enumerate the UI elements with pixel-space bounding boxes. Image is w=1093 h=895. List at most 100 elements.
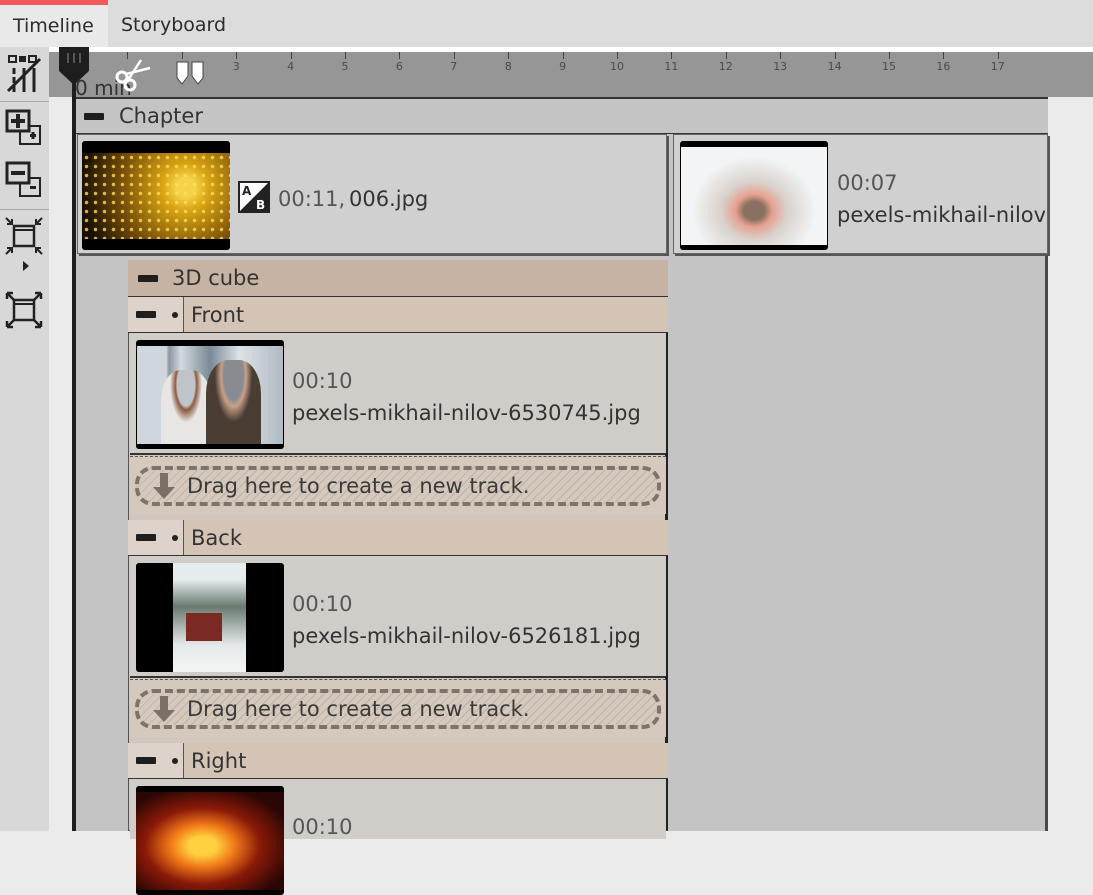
track-header-back[interactable]: Back xyxy=(128,520,668,556)
track-name: Front xyxy=(191,302,245,327)
clip-006[interactable]: A B 00:11, 006.jpg xyxy=(77,134,667,254)
ruler-tick xyxy=(290,52,292,59)
playhead-handle[interactable] xyxy=(57,47,91,87)
cube-title: 3D cube xyxy=(172,266,260,290)
collapse-icon[interactable] xyxy=(84,112,104,120)
track-dot-icon xyxy=(172,757,178,764)
track-name: Back xyxy=(191,525,242,550)
drop-target[interactable]: Drag here to create a new track. xyxy=(135,689,661,729)
ruler-tick xyxy=(617,52,618,59)
chapter-title: Chapter xyxy=(119,104,203,128)
collapse-icon[interactable] xyxy=(136,311,156,318)
track-header-right[interactable]: Right xyxy=(128,743,668,779)
ruler-tick-label: 13 xyxy=(773,60,788,73)
chapter-header[interactable]: Chapter xyxy=(76,97,1048,134)
new-track-drop-zone[interactable]: Drag here to create a new track. xyxy=(130,456,666,514)
playhead-icon xyxy=(59,47,89,85)
collapse-all-button[interactable] xyxy=(2,157,46,203)
ruler-tick-label: 5 xyxy=(341,60,349,73)
clip-filename: pexels-mikhail-nilov-6526181.jpg xyxy=(292,624,641,648)
clip-front[interactable]: 00:10 pexels-mikhail-nilov-6530745.jpg xyxy=(130,333,666,455)
track-controls xyxy=(128,520,184,555)
clip-duration: 00:10 xyxy=(292,592,353,616)
ruler-tick xyxy=(453,52,455,59)
track-name: Right xyxy=(191,748,247,773)
drop-target[interactable]: Drag here to create a new track. xyxy=(135,466,661,506)
ruler-tick-label: 10 xyxy=(610,60,624,73)
ruler-tick xyxy=(345,52,346,59)
track-dot-icon xyxy=(172,311,178,318)
arrow-down-icon xyxy=(153,696,175,722)
arrow-down-icon xyxy=(153,473,175,499)
thumbnail-snow-angel xyxy=(680,141,828,250)
ruler-tick-label: 15 xyxy=(882,60,896,73)
ruler-tick-label: 17 xyxy=(990,60,1005,73)
drop-zone-label: Drag here to create a new track. xyxy=(187,697,530,721)
ruler-tick-label: 3 xyxy=(232,60,240,73)
ruler-tick xyxy=(399,52,401,59)
magnetic-snap-button[interactable] xyxy=(2,51,46,97)
ruler-tick xyxy=(562,52,564,59)
clip-filename: pexels-mikhail-nilov xyxy=(837,203,1045,227)
clip-duration: 00:10 xyxy=(292,815,353,839)
ruler-tick xyxy=(780,52,782,59)
clip-duration: 00:07 xyxy=(837,171,898,195)
time-ruler[interactable]: 0 min 3 4 5 6 7 8 9 10 11 12 13 14 15 16 17 xyxy=(49,52,1093,100)
drop-zone-label: Drag here to create a new track. xyxy=(187,474,530,498)
view-tabs: Timeline Storyboard xyxy=(0,0,1093,47)
timeline-toolbar xyxy=(0,47,49,831)
collapse-icon[interactable] xyxy=(136,534,156,541)
ruler-tick xyxy=(671,52,673,59)
zoom-fit-button[interactable] xyxy=(2,215,46,277)
zoom-full-button[interactable] xyxy=(2,287,46,333)
clip-right[interactable]: 00:10 xyxy=(130,779,666,895)
zoom-full-icon xyxy=(5,291,43,329)
scissors-icon xyxy=(115,59,151,92)
collapse-all-icon xyxy=(5,161,41,197)
tab-timeline[interactable]: Timeline xyxy=(0,0,108,47)
marker-button[interactable] xyxy=(176,60,206,88)
track-controls xyxy=(128,743,184,778)
clip-filename: pexels-mikhail-nilov-6530745.jpg xyxy=(292,401,641,425)
new-track-drop-zone[interactable]: Drag here to create a new track. xyxy=(130,679,666,737)
zoom-fit-icon xyxy=(5,217,43,271)
playhead-line[interactable] xyxy=(72,52,76,831)
ruler-tick-label: 12 xyxy=(718,60,733,73)
ruler-tick xyxy=(889,52,890,59)
track-header-front[interactable]: Front xyxy=(128,297,668,333)
collapse-icon[interactable] xyxy=(138,274,158,282)
ruler-tick xyxy=(997,52,999,59)
clip-duration: 00:11, xyxy=(278,187,346,211)
expand-all-button[interactable] xyxy=(2,105,46,151)
ruler-tick xyxy=(181,52,183,59)
ruler-tick xyxy=(725,52,727,59)
ruler-tick-label: 11 xyxy=(664,60,679,73)
ruler-tick-label: 16 xyxy=(936,60,951,73)
clip-back[interactable]: 00:10 pexels-mikhail-nilov-6526181.jpg xyxy=(130,556,666,678)
collapse-icon[interactable] xyxy=(136,757,156,764)
clip-filename: 006.jpg xyxy=(349,187,429,211)
toolbar-separator xyxy=(0,101,49,102)
ruler-tick-label: 14 xyxy=(827,60,842,73)
marker-icon xyxy=(176,61,204,85)
clip-pexels-snow-angel[interactable]: 00:07 pexels-mikhail-nilov xyxy=(673,134,1048,254)
ruler-tick-label: 4 xyxy=(287,60,295,73)
ruler-tick xyxy=(834,52,836,59)
ruler-tick-label: 7 xyxy=(450,60,458,73)
transition-ab-icon[interactable]: A B xyxy=(238,181,270,213)
cube-header[interactable]: 3D cube xyxy=(128,260,668,297)
ruler-tick-label: 8 xyxy=(504,60,512,73)
magnetic-snap-icon xyxy=(6,55,42,93)
svg-text:B: B xyxy=(256,198,265,212)
ruler-tick-label: 9 xyxy=(559,60,567,73)
clip-duration: 00:10 xyxy=(292,369,353,393)
track-controls xyxy=(128,297,184,332)
ruler-tick xyxy=(943,52,945,59)
scissors-button[interactable] xyxy=(114,56,154,92)
tab-storyboard[interactable]: Storyboard xyxy=(108,0,238,47)
thumbnail-cabin-forest xyxy=(136,563,284,672)
thumbnail-gold-bokeh xyxy=(82,141,230,250)
ruler-tick xyxy=(236,52,238,59)
ruler-tick xyxy=(508,52,510,59)
ruler-tick-label: 6 xyxy=(395,60,403,73)
